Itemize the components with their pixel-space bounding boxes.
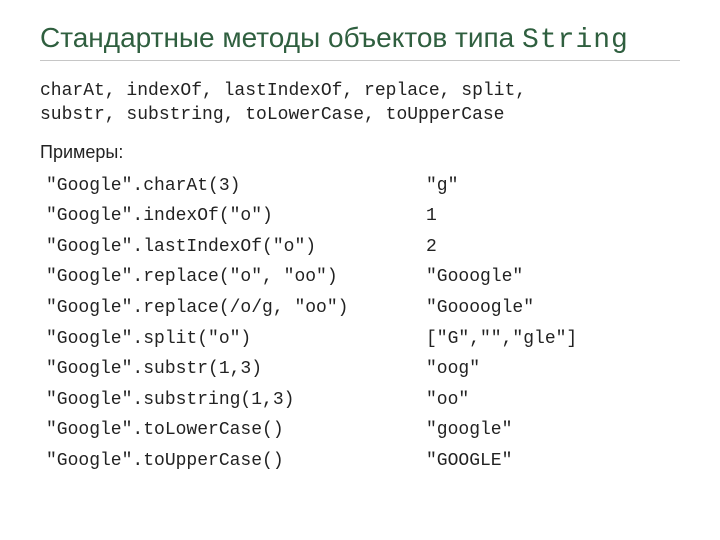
example-result: 2 bbox=[426, 232, 437, 263]
examples-heading: Примеры: bbox=[40, 142, 680, 163]
example-row: "Google".substr(1,3) "oog" bbox=[46, 354, 680, 385]
example-expr: "Google".charAt(3) bbox=[46, 171, 426, 202]
slide: Стандартные методы объектов типа String … bbox=[0, 0, 720, 507]
example-row: "Google".replace(/o/g, "oo") "Goooogle" bbox=[46, 293, 680, 324]
example-expr: "Google".substring(1,3) bbox=[46, 385, 426, 416]
example-expr: "Google".split("o") bbox=[46, 324, 426, 355]
example-result: "Gooogle" bbox=[426, 262, 523, 293]
example-row: "Google".replace("o", "oo") "Gooogle" bbox=[46, 262, 680, 293]
example-expr: "Google".substr(1,3) bbox=[46, 354, 426, 385]
example-expr: "Google".replace(/o/g, "oo") bbox=[46, 293, 426, 324]
example-result: "oog" bbox=[426, 354, 480, 385]
example-expr: "Google".replace("o", "oo") bbox=[46, 262, 426, 293]
example-row: "Google".substring(1,3) "oo" bbox=[46, 385, 680, 416]
methods-line-1: charAt, indexOf, lastIndexOf, replace, s… bbox=[40, 79, 680, 103]
example-result: "oo" bbox=[426, 385, 469, 416]
example-expr: "Google".toUpperCase() bbox=[46, 446, 426, 477]
example-row: "Google".lastIndexOf("o") 2 bbox=[46, 232, 680, 263]
example-expr: "Google".toLowerCase() bbox=[46, 415, 426, 446]
example-expr: "Google".indexOf("o") bbox=[46, 201, 426, 232]
method-list: charAt, indexOf, lastIndexOf, replace, s… bbox=[40, 79, 680, 128]
example-result: ["G","","gle"] bbox=[426, 324, 577, 355]
example-row: "Google".charAt(3) "g" bbox=[46, 171, 680, 202]
methods-line-2: substr, substring, toLowerCase, toUpperC… bbox=[40, 103, 680, 127]
example-row: "Google".toLowerCase() "google" bbox=[46, 415, 680, 446]
examples-block: "Google".charAt(3) "g" "Google".indexOf(… bbox=[40, 171, 680, 477]
example-row: "Google".indexOf("o") 1 bbox=[46, 201, 680, 232]
example-result: "g" bbox=[426, 171, 458, 202]
title-mono: String bbox=[522, 25, 629, 56]
example-result: "google" bbox=[426, 415, 512, 446]
slide-title: Стандартные методы объектов типа String bbox=[40, 22, 680, 61]
example-row: "Google".split("o") ["G","","gle"] bbox=[46, 324, 680, 355]
example-result: "GOOGLE" bbox=[426, 446, 512, 477]
example-row: "Google".toUpperCase() "GOOGLE" bbox=[46, 446, 680, 477]
example-result: "Goooogle" bbox=[426, 293, 534, 324]
example-result: 1 bbox=[426, 201, 437, 232]
example-expr: "Google".lastIndexOf("o") bbox=[46, 232, 426, 263]
title-text: Стандартные методы объектов типа bbox=[40, 22, 522, 53]
